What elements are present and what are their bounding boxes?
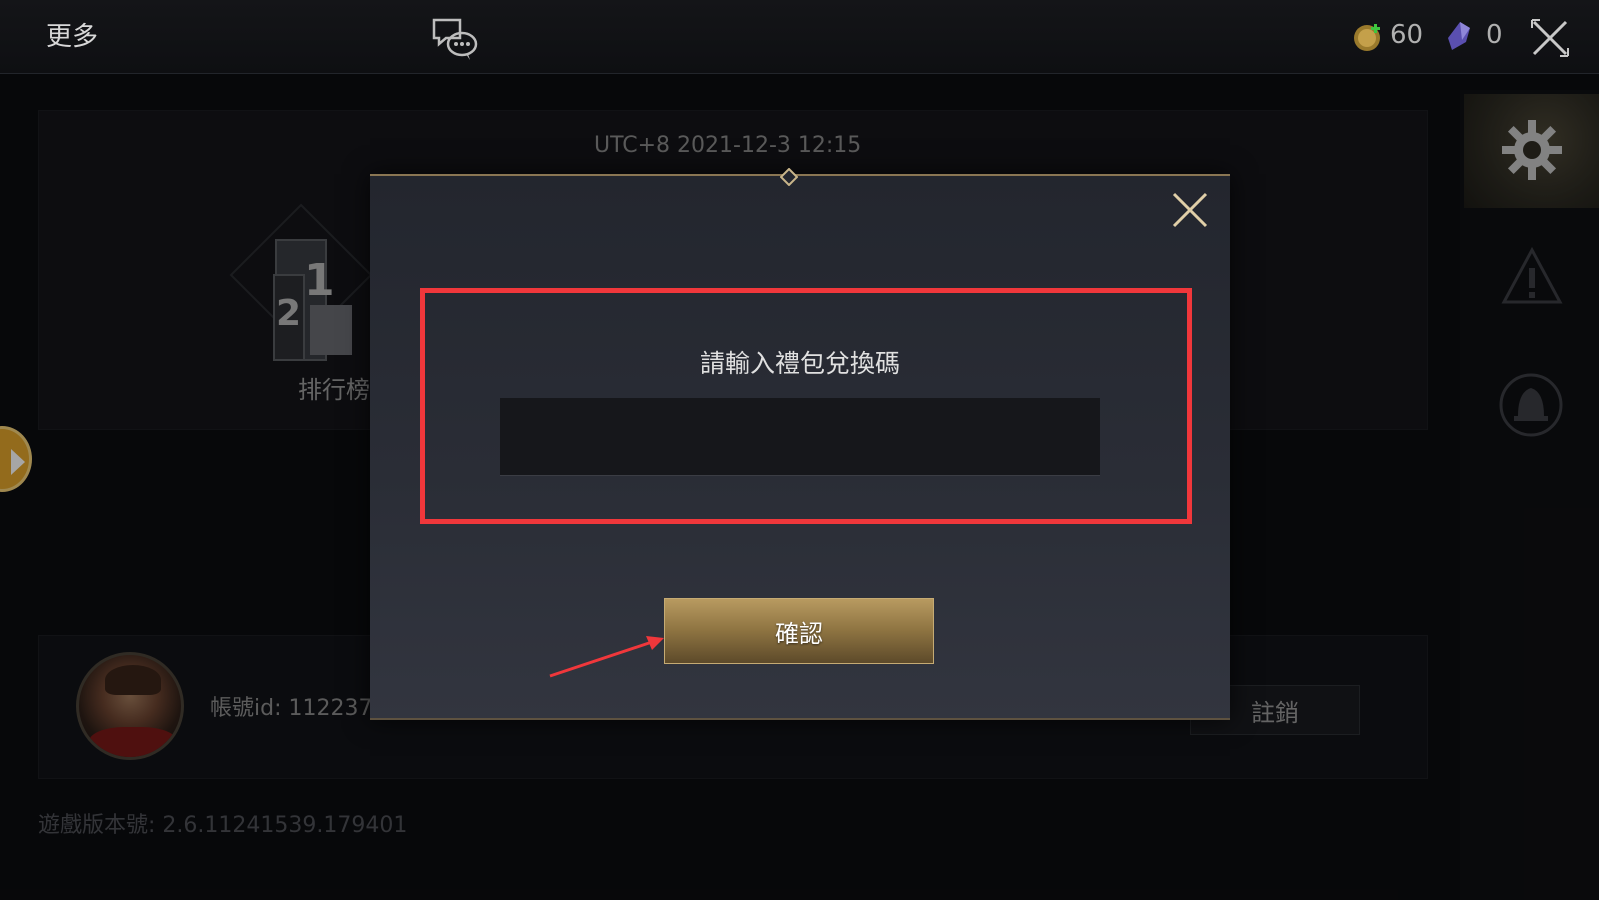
coin-icon [1354,24,1380,51]
ornament-icon [780,168,798,186]
gift-code-input[interactable] [500,398,1100,476]
close-icon[interactable] [1170,190,1210,230]
close-icon[interactable] [1528,16,1572,60]
confirm-button[interactable]: 確認 [664,598,934,664]
chat-icon[interactable] [430,16,480,62]
coin-count: 60 [1390,20,1424,50]
page-title: 更多 [46,22,99,52]
gem-icon [1448,22,1470,50]
redeem-prompt: 請輸入禮包兌換碼 [699,349,900,378]
annotation-arrow-icon [549,636,664,678]
redeem-code-dialog: 請輸入禮包兌換碼 確認 [370,168,1230,720]
top-bar: 更多 60 0 [0,0,1599,74]
gem-count: 0 [1486,20,1503,50]
